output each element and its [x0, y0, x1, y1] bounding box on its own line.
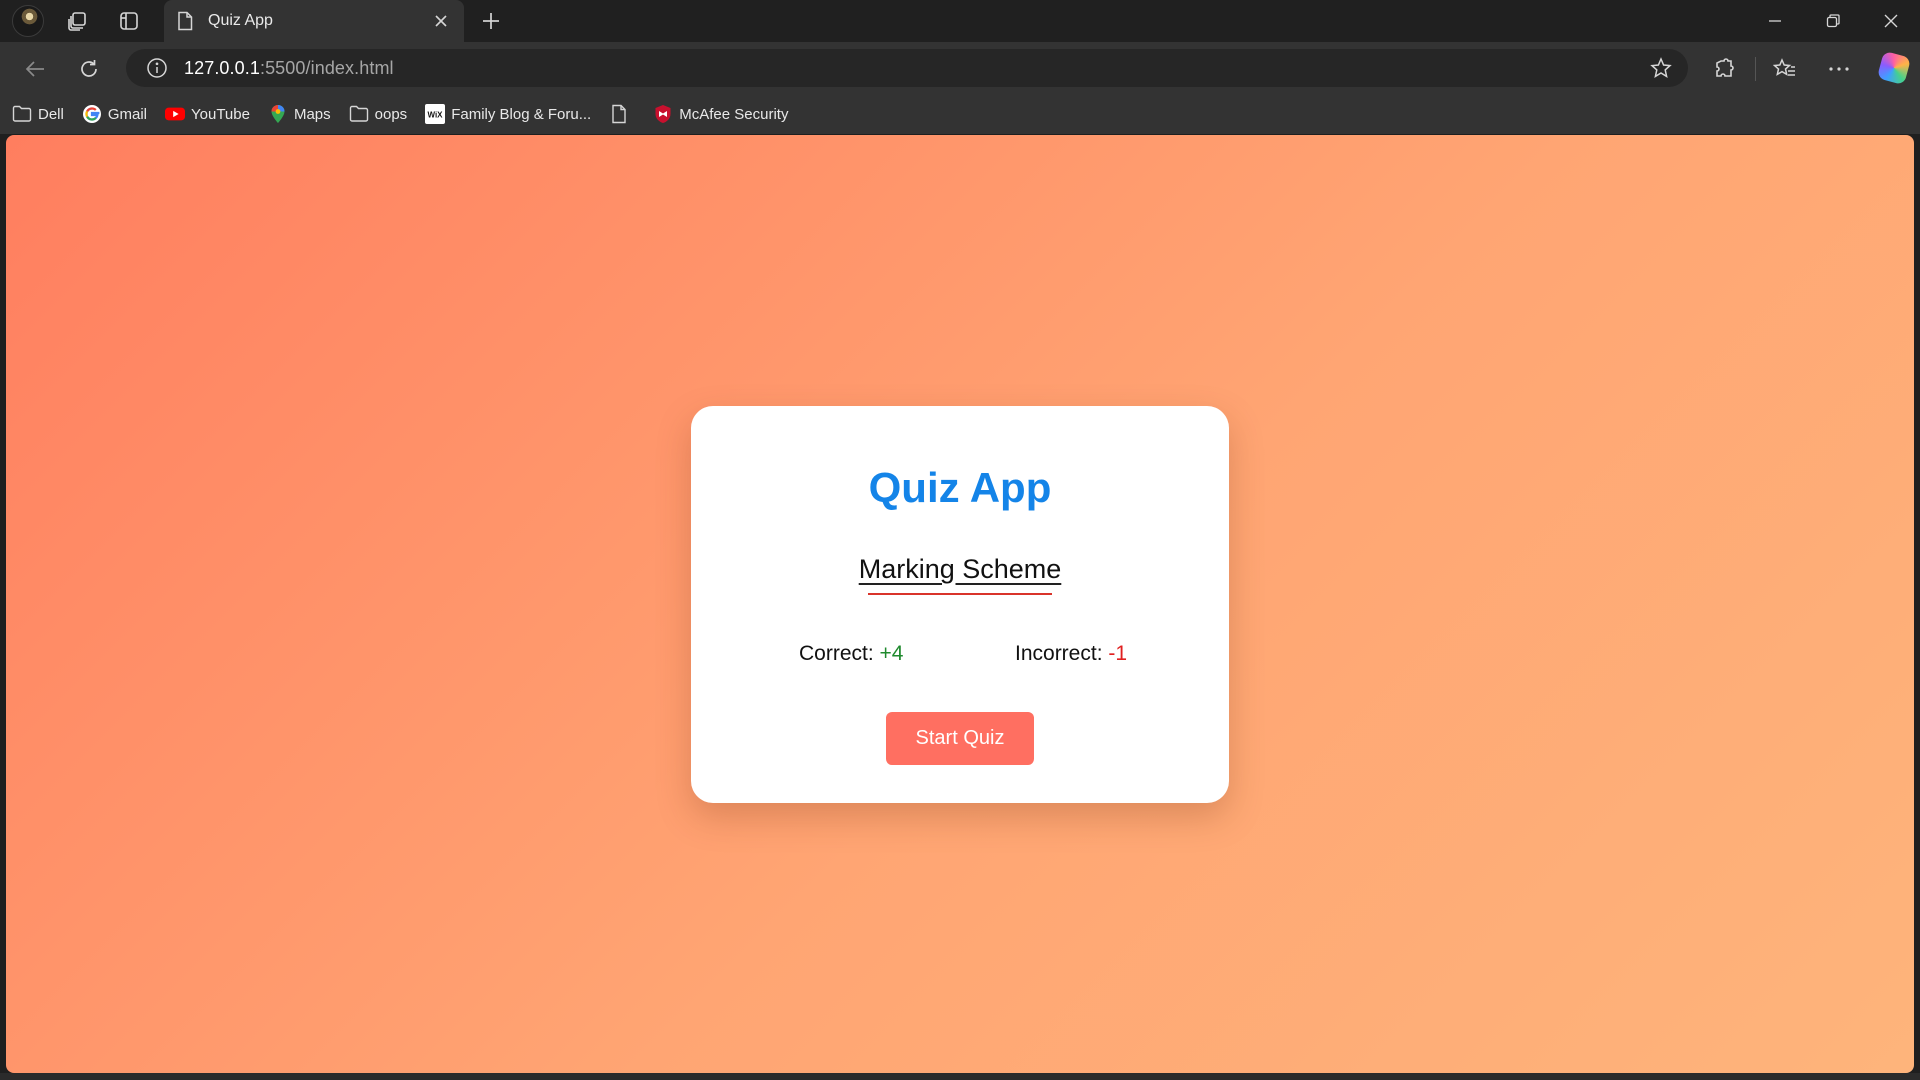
- bookmark-mcafee[interactable]: McAfee Security: [653, 99, 788, 129]
- bookmark-label: YouTube: [191, 105, 250, 123]
- spellcheck-underline: [868, 593, 1052, 595]
- bookmark-maps[interactable]: Maps: [268, 99, 331, 129]
- new-tab-icon[interactable]: [478, 8, 504, 34]
- youtube-icon: [165, 104, 186, 124]
- page-title: Quiz App: [868, 464, 1052, 511]
- incorrect-label: Incorrect:: [1015, 642, 1103, 665]
- page-icon: [609, 104, 629, 124]
- extensions-icon[interactable]: [1709, 54, 1739, 84]
- vertical-tabs-icon[interactable]: [116, 8, 142, 34]
- restore-icon[interactable]: [1804, 0, 1862, 42]
- address-url: 127.0.0.1:5500/index.html: [184, 58, 394, 79]
- browser-toolbar: 127.0.0.1:5500/index.html: [0, 42, 1920, 94]
- bookmark-oops[interactable]: oops: [349, 99, 408, 129]
- favorites-icon[interactable]: [1770, 54, 1800, 84]
- bookmark-label: Maps: [293, 105, 331, 123]
- refresh-icon[interactable]: [74, 54, 104, 84]
- mcafee-shield-icon: [653, 104, 673, 124]
- browser-tab-strip: Quiz App: [0, 0, 1920, 42]
- bookmark-gmail[interactable]: Gmail: [82, 99, 147, 129]
- start-quiz-button[interactable]: Start Quiz: [886, 712, 1034, 765]
- minimize-icon[interactable]: [1746, 0, 1804, 42]
- incorrect-score: Incorrect: -1: [1015, 642, 1127, 666]
- folder-icon: [349, 104, 369, 124]
- wix-icon: WiX: [425, 104, 446, 124]
- toolbar-separator: [1755, 57, 1756, 81]
- bookmark-family-blog[interactable]: WiX Family Blog & Foru...: [425, 99, 591, 129]
- close-tab-icon[interactable]: [430, 10, 452, 32]
- bookmarks-bar: Dell Gmail YouTube Maps oops WiX Family …: [0, 94, 1920, 134]
- correct-label: Correct:: [799, 642, 874, 665]
- bookmark-label: Dell: [38, 105, 64, 123]
- page-icon: [176, 11, 194, 31]
- maps-pin-icon: [268, 104, 288, 124]
- quiz-start-card: Quiz App Marking Scheme Correct: +4 Inco…: [691, 406, 1229, 803]
- correct-score: Correct: +4: [799, 642, 903, 666]
- bookmark-label: Gmail: [107, 105, 148, 123]
- copilot-icon[interactable]: [1876, 50, 1912, 86]
- window-bottom-edge: [0, 1073, 1920, 1080]
- google-icon: [82, 104, 102, 124]
- bookmark-dell[interactable]: Dell: [12, 99, 64, 129]
- tab-quiz-app[interactable]: Quiz App: [164, 0, 464, 42]
- bookmark-untitled-page[interactable]: [609, 99, 635, 129]
- svg-text:WiX: WiX: [428, 111, 444, 120]
- url-path: :5500/index.html: [259, 57, 394, 78]
- bookmark-youtube[interactable]: YouTube: [165, 99, 250, 129]
- site-info-icon[interactable]: [146, 57, 168, 79]
- bookmark-label: oops: [374, 105, 408, 123]
- profile-avatar-icon[interactable]: [12, 5, 44, 37]
- bookmark-label: Family Blog & Foru...: [451, 105, 592, 123]
- tab-title: Quiz App: [208, 12, 273, 29]
- page-viewport: Quiz App Marking Scheme Correct: +4 Inco…: [6, 135, 1914, 1073]
- favorite-star-icon[interactable]: [1650, 57, 1672, 79]
- folder-icon: [12, 104, 32, 124]
- workspaces-icon[interactable]: [64, 8, 90, 34]
- back-icon[interactable]: [20, 54, 50, 84]
- bookmark-label: McAfee Security: [679, 105, 789, 123]
- close-window-icon[interactable]: [1862, 0, 1920, 42]
- address-bar[interactable]: 127.0.0.1:5500/index.html: [126, 49, 1688, 87]
- marking-scheme-heading: Marking Scheme: [691, 554, 1229, 585]
- incorrect-value: -1: [1108, 642, 1128, 665]
- more-menu-icon[interactable]: [1824, 54, 1854, 84]
- marking-scheme-text: Marking Scheme: [858, 554, 1062, 584]
- correct-value: +4: [879, 642, 904, 665]
- url-host: 127.0.0.1: [184, 57, 260, 78]
